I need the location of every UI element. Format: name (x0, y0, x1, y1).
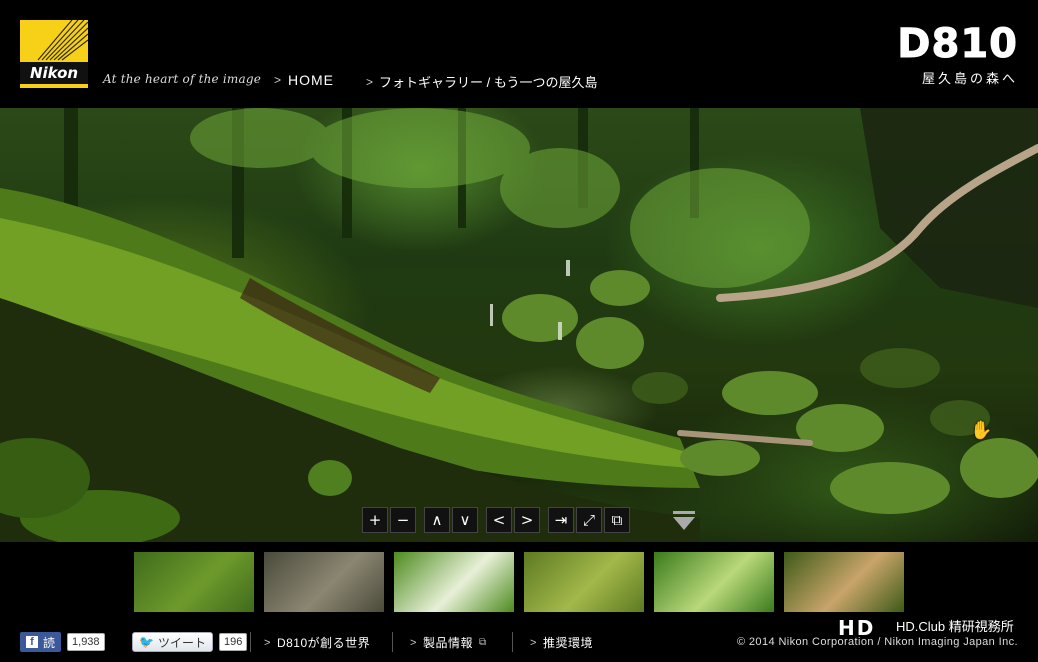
product-brand[interactable]: D810 屋久島の森へ (897, 24, 1018, 87)
thumbnail-5[interactable] (784, 552, 904, 612)
chevron-right-icon: > (274, 73, 283, 87)
window-button[interactable]: ⧉ (604, 507, 630, 533)
link-recommended-env[interactable]: > 推奨環境 (530, 634, 593, 651)
chevron-right-icon: > (366, 74, 374, 89)
site-header: Nikon At the heart of the image > HOME >… (0, 0, 1038, 108)
panorama-controls: + − ∧ ∨ < > ⇥ ⤢ ⧉ (362, 507, 630, 533)
fullscreen-button[interactable]: ⤢ (576, 507, 602, 533)
divider (512, 632, 513, 652)
chevron-right-icon: > (410, 636, 417, 649)
tweet-label: ツイート (157, 635, 206, 650)
twitter-bird-icon: 🐦 (139, 635, 154, 649)
facebook-share-button[interactable]: f 読 (20, 632, 62, 652)
down-icon: ∨ (459, 511, 471, 529)
fullscreen-icon: ⤢ (582, 511, 595, 529)
zoom-in-button[interactable]: + (362, 507, 388, 533)
enter-icon: ⇥ (554, 511, 568, 529)
link-label: D810が創る世界 (276, 636, 371, 650)
thumbnail-2[interactable] (394, 552, 514, 612)
facebook-share: f 読 1,938 (20, 632, 105, 652)
tweet-share: 🐦 ツイート 196 (132, 632, 248, 652)
pan-up-button[interactable]: ∧ (424, 507, 450, 533)
nav-photo-gallery[interactable]: > フォトギャラリー / もう一つの屋久島 (366, 72, 597, 91)
nav-home-label: HOME (288, 72, 335, 88)
divider (250, 632, 251, 652)
nikon-logo[interactable]: Nikon (20, 20, 88, 88)
hdclub-watermark: HD HD.Club 精研視務所 (838, 616, 1028, 646)
facebook-label: 読 (43, 635, 56, 650)
thumbnail-3[interactable] (524, 552, 644, 612)
forest-panorama-image (0, 108, 1038, 542)
nav-gallery-label: フォトギャラリー / もう一つの屋久島 (379, 75, 598, 90)
link-d810-world[interactable]: > D810が創る世界 (264, 634, 370, 651)
chevron-right-icon: > (264, 636, 271, 649)
left-icon: < (492, 511, 506, 529)
panorama-viewer[interactable]: ✋ (0, 108, 1038, 542)
pan-down-button[interactable]: ∨ (452, 507, 478, 533)
watermark-hd: HD (838, 616, 876, 640)
link-label: 製品情報 (422, 636, 473, 650)
chevron-right-icon: > (530, 636, 537, 649)
tweet-count: 196 (218, 633, 248, 651)
thumbnail-1[interactable] (264, 552, 384, 612)
thumbnail-0[interactable] (134, 552, 254, 612)
logo-word: Nikon (20, 62, 88, 84)
enter-button[interactable]: ⇥ (548, 507, 574, 533)
brand-subtitle: 屋久島の森へ (921, 71, 1018, 86)
facebook-count: 1,938 (67, 633, 105, 651)
window-icon: ⧉ (611, 511, 623, 529)
divider (392, 632, 393, 652)
facebook-icon: f (26, 636, 38, 648)
pan-right-button[interactable]: > (514, 507, 540, 533)
external-link-icon: ⧉ (478, 637, 487, 648)
link-label: 推奨環境 (542, 636, 593, 650)
right-icon: > (520, 511, 534, 529)
hand-cursor-icon: ✋ (970, 420, 993, 440)
thumbnail-strip (0, 542, 1038, 624)
zoom-in-icon: + (368, 511, 382, 529)
watermark-club: HD.Club 精研視務所 (896, 619, 1014, 634)
thumbnail-4[interactable] (654, 552, 774, 612)
collapse-arrow-icon[interactable] (671, 511, 697, 531)
zoom-out-button[interactable]: − (390, 507, 416, 533)
tweet-button[interactable]: 🐦 ツイート (132, 632, 213, 652)
pan-left-button[interactable]: < (486, 507, 512, 533)
nav-home[interactable]: > HOME (274, 72, 334, 88)
zoom-out-icon: − (396, 511, 410, 529)
up-icon: ∧ (431, 511, 443, 529)
tagline: At the heart of the image (103, 72, 262, 86)
link-product-info[interactable]: > 製品情報 ⧉ (410, 634, 487, 651)
brand-model: D810 (897, 21, 1018, 67)
